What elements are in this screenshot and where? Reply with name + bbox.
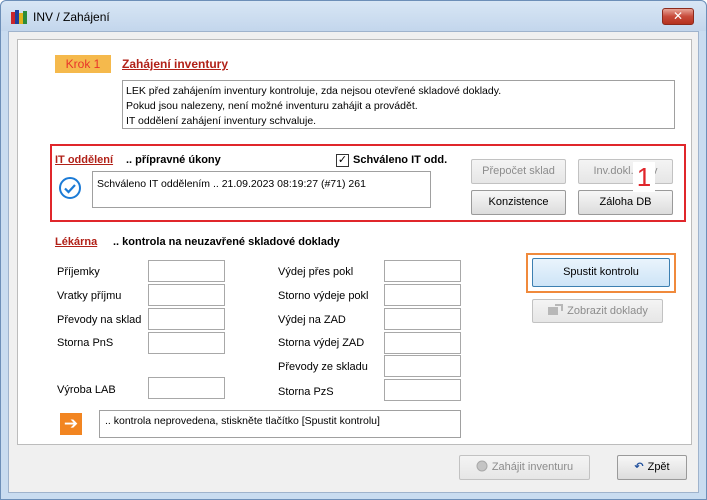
description-line: LEK před zahájením inventury kontroluje,…	[126, 85, 502, 97]
recalc-stock-button[interactable]: Přepočet sklad	[471, 159, 566, 184]
annotation-number: 1	[633, 162, 655, 192]
run-check-button[interactable]: Spustit kontrolu	[532, 258, 670, 287]
back-arrow-icon: ↶	[634, 461, 644, 473]
start-inventory-button[interactable]: Zahájit inventuru	[459, 455, 590, 480]
receipt-returns-field	[148, 284, 225, 306]
it-section-label[interactable]: IT oddělení	[55, 154, 113, 166]
pharmacy-section-label[interactable]: Lékárna	[55, 236, 97, 248]
lab-production-field	[148, 377, 225, 399]
title-bar[interactable]: INV / Zahájení ✕	[1, 1, 706, 31]
documents-icon	[548, 304, 564, 315]
pzs-cancellations-label: Storna PzS	[278, 386, 334, 398]
pharmacy-section-subtitle: .. kontrola na neuzavřené skladové dokla…	[113, 236, 340, 248]
register-issue-cancel-field	[384, 284, 461, 306]
circle-icon	[476, 460, 488, 472]
approved-checkbox-label: Schváleno IT odd.	[353, 154, 448, 166]
lab-production-label: Výroba LAB	[57, 384, 116, 396]
window-title: INV / Zahájení	[33, 10, 110, 24]
arrow-right-icon: ➔	[60, 413, 82, 435]
description-line: Pokud jsou nalezeny, není možné inventur…	[126, 100, 418, 112]
receipt-returns-label: Vratky příjmu	[57, 290, 122, 302]
approved-check-icon	[59, 177, 81, 199]
zad-issue-cancel-label: Storna výdej ZAD	[278, 337, 365, 349]
zad-issue-label: Výdej na ZAD	[278, 314, 346, 326]
transfers-from-stock-label: Převody ze skladu	[278, 361, 368, 373]
app-icon	[11, 10, 27, 24]
back-label: Zpět	[647, 461, 670, 473]
zad-issue-cancel-field	[384, 332, 461, 354]
transfers-from-stock-field	[384, 355, 461, 377]
consistency-button[interactable]: Konzistence	[471, 190, 566, 215]
it-section-subtitle: .. přípravné úkony	[126, 154, 221, 166]
zad-issue-field	[384, 308, 461, 330]
transfers-to-stock-field	[148, 308, 225, 330]
inventory-docs-button[interactable]: Inv.dokl. ...av	[578, 159, 673, 184]
pns-cancellations-label: Storna PnS	[57, 337, 114, 349]
main-panel: Krok 1 Zahájení inventury LEK před zaháj…	[17, 39, 692, 445]
show-documents-button[interactable]: Zobrazit doklady	[532, 299, 663, 323]
check-result-field: .. kontrola neprovedena, stiskněte tlačí…	[99, 410, 461, 438]
receipts-field	[148, 260, 225, 282]
approved-checkbox[interactable]: ✓	[336, 154, 349, 167]
dialog-window: INV / Zahájení ✕ Krok 1 Zahájení inventu…	[0, 0, 707, 500]
back-button[interactable]: ↶ Zpět	[617, 455, 687, 480]
register-issue-label: Výdej přes pokl	[278, 266, 354, 278]
show-documents-label: Zobrazit doklady	[567, 305, 648, 317]
close-button[interactable]: ✕	[662, 8, 694, 25]
register-issue-field	[384, 260, 461, 282]
transfers-to-stock-label: Převody na sklad	[57, 314, 142, 326]
step-badge: Krok 1	[55, 55, 111, 73]
client-area: Krok 1 Zahájení inventury LEK před zaháj…	[8, 31, 699, 493]
approval-status-field: Schváleno IT oddělením .. 21.09.2023 08:…	[92, 171, 431, 208]
pns-cancellations-field	[148, 332, 225, 354]
register-issue-cancel-label: Storno výdeje pokl	[278, 290, 369, 302]
pzs-cancellations-field	[384, 379, 461, 401]
step-description: LEK před zahájením inventury kontroluje,…	[122, 80, 675, 129]
start-inventory-label: Zahájit inventuru	[491, 461, 574, 473]
db-backup-button[interactable]: Záloha DB	[578, 190, 673, 215]
receipts-label: Příjemky	[57, 266, 100, 278]
step-title: Zahájení inventury	[122, 57, 229, 71]
description-line: IT oddělení zahájení inventury schvaluje…	[126, 115, 317, 127]
